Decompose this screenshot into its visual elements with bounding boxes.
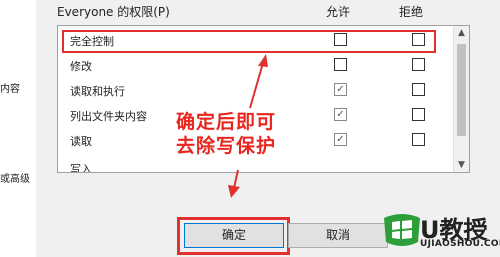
logo-mark-icon xyxy=(384,214,420,246)
logo-site: UJIAOSHOU.COM xyxy=(420,239,500,249)
annotation-line-1: 确定后即可 xyxy=(176,111,277,133)
watermark-logo: U教授 UJIAOSHOU.COM xyxy=(380,208,500,254)
annotation-line-2: 去除写保护 xyxy=(176,135,277,157)
annotation-text: 确定后即可 去除写保护 xyxy=(176,110,276,158)
arrow-down-head xyxy=(228,185,240,198)
arrow-up-head xyxy=(258,54,268,67)
arrow-down-line xyxy=(233,169,239,189)
cancel-button[interactable]: 取消 xyxy=(288,223,388,248)
highlight-ok-button xyxy=(177,217,290,255)
arrow-up-line xyxy=(249,62,264,109)
